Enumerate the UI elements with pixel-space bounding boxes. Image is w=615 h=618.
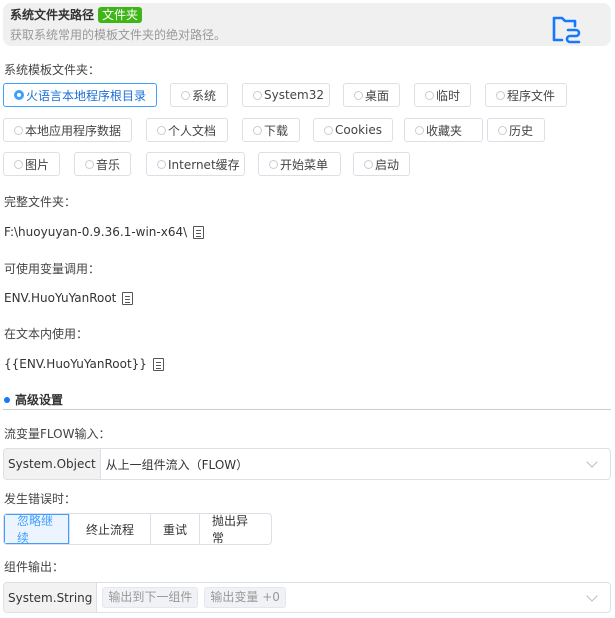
flow-input-type: System.Object bbox=[4, 449, 101, 479]
output-type: System.String bbox=[4, 583, 98, 612]
folder-option[interactable]: 收藏夹 bbox=[404, 118, 483, 142]
folder-option[interactable]: 音乐 bbox=[74, 152, 131, 176]
full-folder-value: F:\huoyuyan-0.9.36.1-win-x64\ bbox=[4, 225, 188, 239]
in-text-value-row: {{ENV.HuoYuYanRoot}} bbox=[4, 357, 164, 371]
radio-icon bbox=[498, 125, 507, 135]
full-folder-label: 完整文件夹： bbox=[4, 195, 77, 209]
on-error-button-group: 忽略继续 终止流程 重试 抛出异常 bbox=[3, 513, 272, 545]
bullet-icon bbox=[4, 396, 10, 403]
folder-option[interactable]: 开始菜单 bbox=[258, 152, 341, 176]
folder-option-label: 开始菜单 bbox=[280, 157, 329, 172]
radio-icon bbox=[157, 125, 166, 135]
output-chip-next: 输出到下一组件 bbox=[102, 587, 199, 608]
radio-icon bbox=[85, 159, 94, 169]
header-title: 系统文件夹路径 bbox=[10, 8, 95, 22]
variable-value-row: ENV.HuoYuYanRoot bbox=[4, 291, 134, 305]
folder-label: 系统模板文件夹： bbox=[4, 63, 101, 77]
output-label: 组件输出： bbox=[4, 560, 65, 574]
ignore-continue-button[interactable]: 忽略继续 bbox=[4, 514, 69, 544]
flow-input-value: 从上一组件流入（FLOW） bbox=[105, 457, 249, 472]
variable-label: 可使用变量调用： bbox=[4, 262, 101, 276]
radio-icon bbox=[425, 90, 434, 100]
folder-option[interactable]: 临时 bbox=[414, 83, 471, 107]
variable-value: ENV.HuoYuYanRoot bbox=[4, 291, 117, 305]
radio-icon bbox=[157, 159, 166, 169]
on-error-label: 发生错误时： bbox=[4, 492, 77, 506]
output-chip-variable: 输出变量 +0 bbox=[204, 587, 286, 608]
folder-option[interactable]: 下载 bbox=[242, 118, 300, 142]
in-text-label: 在文本内使用： bbox=[4, 327, 89, 341]
radio-icon bbox=[324, 125, 333, 135]
folder-option-label: 下载 bbox=[264, 123, 289, 138]
throw-exception-button[interactable]: 抛出异常 bbox=[199, 514, 271, 544]
folder-option[interactable]: 程序文件 bbox=[485, 83, 567, 107]
folder-option-label: 本地应用程序数据 bbox=[25, 123, 122, 138]
radio-icon bbox=[364, 159, 373, 169]
radio-icon bbox=[14, 159, 23, 169]
divider bbox=[3, 409, 611, 410]
folder-option[interactable]: 图片 bbox=[3, 152, 60, 176]
folder-option[interactable]: 启动 bbox=[353, 152, 410, 176]
folder-option[interactable]: 火语言本地程序根目录 bbox=[3, 83, 157, 107]
header-tag: 文件夹 bbox=[98, 6, 143, 23]
folder-option-label: 个人文档 bbox=[168, 123, 217, 138]
flow-input-select[interactable]: System.Object 从上一组件流入（FLOW） bbox=[3, 448, 611, 480]
flow-input-label: 流变量FLOW输入： bbox=[4, 427, 111, 441]
copy-icon[interactable] bbox=[193, 225, 205, 239]
folder-link-icon bbox=[550, 14, 582, 47]
folder-option-label: 程序文件 bbox=[507, 88, 556, 103]
header-subtitle: 获取系统常用的模板文件夹的绝对路径。 bbox=[10, 28, 227, 42]
folder-option-label: 历史 bbox=[509, 123, 534, 138]
folder-option[interactable]: 本地应用程序数据 bbox=[3, 118, 132, 142]
folder-option-label: 音乐 bbox=[96, 157, 121, 172]
folder-option-label: 火语言本地程序根目录 bbox=[26, 88, 147, 103]
radio-icon bbox=[354, 90, 363, 100]
advanced-title-text: 高级设置 bbox=[15, 393, 64, 407]
folder-option[interactable]: 系统 bbox=[170, 83, 228, 107]
folder-option-label: System32 bbox=[264, 88, 325, 102]
in-text-value: {{ENV.HuoYuYanRoot}} bbox=[4, 357, 147, 371]
folder-option-label: 系统 bbox=[192, 88, 217, 103]
radio-icon bbox=[253, 125, 262, 135]
copy-icon[interactable] bbox=[122, 291, 134, 305]
output-select[interactable]: System.String 输出到下一组件 输出变量 +0 bbox=[3, 582, 611, 613]
folder-option-label: 桌面 bbox=[365, 88, 390, 103]
retry-button[interactable]: 重试 bbox=[150, 514, 199, 544]
radio-icon bbox=[14, 90, 24, 100]
folder-option[interactable]: 桌面 bbox=[343, 83, 400, 107]
radio-icon bbox=[253, 90, 262, 100]
folder-option-label: 临时 bbox=[436, 88, 461, 103]
folder-option[interactable]: 历史 bbox=[487, 118, 545, 142]
chevron-down-icon[interactable] bbox=[586, 456, 598, 468]
folder-option-label: 图片 bbox=[25, 157, 50, 172]
output-chips: 输出到下一组件 输出变量 +0 bbox=[97, 583, 588, 612]
folder-option-label: Cookies bbox=[335, 123, 382, 137]
folder-option-label: 启动 bbox=[375, 157, 400, 172]
folder-option[interactable]: 个人文档 bbox=[146, 118, 228, 142]
header-title-row: 系统文件夹路径 文件夹 bbox=[10, 6, 143, 23]
radio-icon bbox=[181, 90, 190, 100]
radio-icon bbox=[269, 159, 278, 169]
chevron-down-icon[interactable] bbox=[586, 589, 598, 602]
radio-icon bbox=[496, 90, 505, 100]
stop-flow-button[interactable]: 终止流程 bbox=[69, 514, 150, 544]
folder-option[interactable]: Internet缓存 bbox=[146, 152, 245, 176]
radio-icon bbox=[415, 125, 424, 135]
folder-option[interactable]: System32 bbox=[242, 83, 330, 107]
folder-option-label: Internet缓存 bbox=[168, 157, 240, 172]
advanced-section-title: 高级设置 bbox=[4, 391, 63, 408]
radio-icon bbox=[14, 125, 23, 135]
folder-option-label: 收藏夹 bbox=[426, 123, 463, 138]
copy-icon[interactable] bbox=[152, 357, 164, 371]
full-folder-value-row: F:\huoyuyan-0.9.36.1-win-x64\ bbox=[4, 225, 205, 239]
folder-option[interactable]: Cookies bbox=[313, 118, 393, 142]
